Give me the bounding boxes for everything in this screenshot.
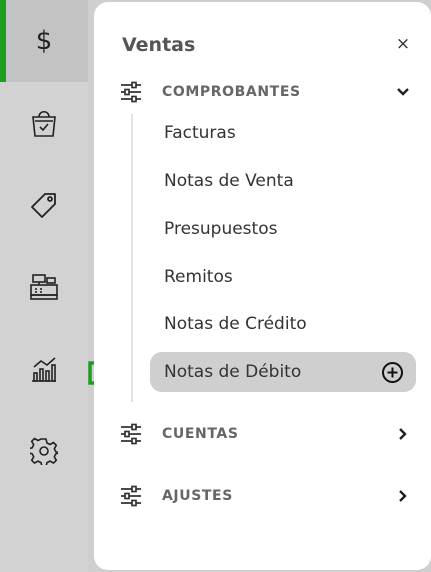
gear-icon <box>30 437 58 465</box>
chevron-down-icon <box>397 88 409 96</box>
section-label: COMPROBANTES <box>162 84 301 100</box>
menu-item-notas-de-debito[interactable]: Notas de Débito <box>150 352 416 392</box>
rail-item-configuracion[interactable] <box>0 410 88 492</box>
shopping-bag-icon <box>32 110 56 137</box>
ventas-panel: Ventas × COMPROBANTES Facturas Notas de … <box>94 2 431 570</box>
chevron-right-icon <box>399 428 407 440</box>
bar-chart-icon <box>32 357 56 382</box>
tree-line <box>131 114 133 402</box>
chevron-right-icon <box>399 490 407 502</box>
add-circle-icon[interactable] <box>381 361 404 384</box>
tag-icon <box>31 193 56 218</box>
section-cuentas[interactable]: CUENTAS <box>120 422 416 446</box>
menu-item-presupuestos[interactable]: Presupuestos <box>150 209 416 249</box>
section-ajustes[interactable]: AJUSTES <box>120 484 416 508</box>
menu-item-facturas[interactable]: Facturas <box>150 113 416 153</box>
rail-item-caja[interactable] <box>0 246 88 328</box>
menu-item-label: Notas de Débito <box>164 362 302 382</box>
sliders-icon <box>121 485 141 507</box>
section-comprobantes[interactable]: COMPROBANTES <box>120 80 416 104</box>
menu-item-notas-de-venta[interactable]: Notas de Venta <box>150 161 416 201</box>
sliders-icon <box>121 423 141 445</box>
close-button[interactable]: × <box>395 36 411 53</box>
cash-register-icon <box>30 274 58 300</box>
panel-title: Ventas <box>122 34 196 56</box>
menu-item-notas-de-credito[interactable]: Notas de Crédito <box>150 304 416 344</box>
section-label: CUENTAS <box>162 426 239 442</box>
menu-item-remitos[interactable]: Remitos <box>150 257 416 297</box>
rail-item-ventas[interactable]: $ <box>0 0 88 82</box>
dollar-icon: $ <box>35 26 53 56</box>
rail-item-compras[interactable] <box>0 82 88 164</box>
section-label: AJUSTES <box>162 488 233 504</box>
rail-item-productos[interactable] <box>0 164 88 246</box>
rail-item-reportes[interactable] <box>0 328 88 410</box>
sidebar-rail: $ <box>0 0 88 572</box>
sliders-icon <box>121 81 141 103</box>
